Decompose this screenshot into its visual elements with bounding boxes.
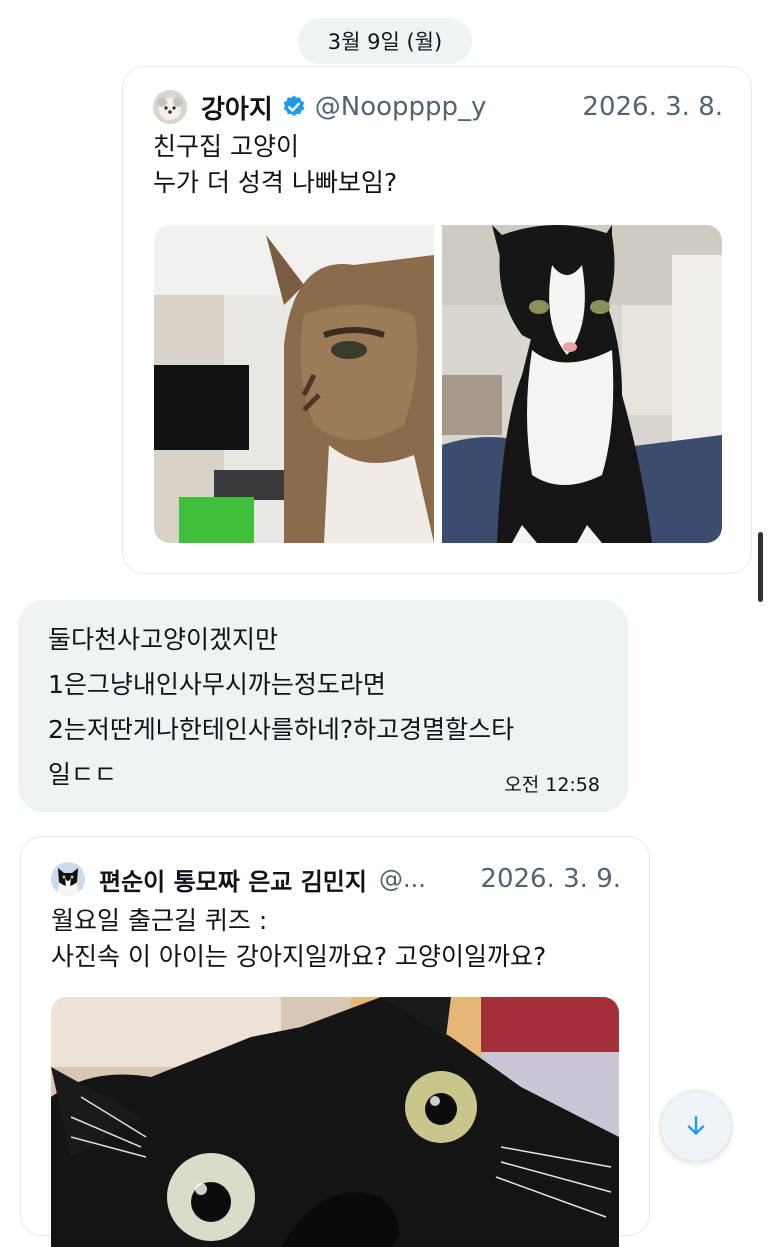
cat-photo-2[interactable] — [442, 225, 722, 543]
cat-closeup-photo[interactable] — [51, 997, 619, 1247]
cat-photo-1[interactable] — [154, 225, 434, 543]
quoted-post-card[interactable]: 편순이 통모짜 은교 김민지 @... 2026. 3. 9. 월요일 출근길 … — [20, 836, 650, 1247]
message-bubble[interactable]: 둘다천사고양이겠지만 1은그냥내인사무시까는정도라면 2는저딴게나한테인사를하네… — [18, 600, 628, 812]
quoted-post-card[interactable]: 강아지 @Noopppp_y 2026. 3. 8. 친구집 고양이 누가 더 … — [122, 66, 752, 574]
post-date: 2026. 3. 9. — [480, 864, 621, 894]
author-avatar[interactable] — [153, 90, 187, 124]
text-line: 친구집 고양이 — [153, 132, 299, 161]
message-line: 일ㄷㄷ — [48, 760, 118, 789]
author-handle: @... — [378, 865, 426, 893]
message-line: 둘다천사고양이겠지만 — [48, 625, 279, 654]
scroll-to-bottom-button[interactable] — [660, 1090, 732, 1162]
photo-grid — [154, 225, 722, 543]
post-date: 2026. 3. 8. — [582, 92, 723, 122]
verified-badge-icon — [283, 95, 305, 117]
quoted-post-text: 친구집 고양이 누가 더 성격 나빠보임? — [153, 129, 397, 201]
text-line: 월요일 출근길 퀴즈 : — [51, 906, 268, 935]
scrollbar-thumb[interactable] — [758, 532, 763, 602]
author-name: 편순이 통모짜 은교 김민지 — [99, 867, 367, 896]
message-time: 오전 12:58 — [504, 774, 600, 796]
author-name: 강아지 — [201, 94, 273, 125]
arrow-down-icon — [687, 1116, 705, 1135]
message-line: 2는저딴게나한테인사를하네?하고경멸할스타 — [48, 715, 515, 744]
quoted-post-text: 월요일 출근길 퀴즈 : 사진속 이 아이는 강아지일까요? 고양이일까요? — [51, 903, 546, 975]
message-line: 1은그냥내인사무시까는정도라면 — [48, 670, 386, 699]
date-separator: 3월 9일 (월) — [298, 18, 472, 64]
author-handle: @Noopppp_y — [314, 92, 487, 122]
author-avatar[interactable] — [51, 862, 85, 896]
text-line: 사진속 이 아이는 강아지일까요? 고양이일까요? — [51, 942, 547, 971]
quoted-post-header: 편순이 통모짜 은교 김민지 @... 2026. 3. 9. — [51, 859, 621, 899]
text-line: 누가 더 성격 나빠보임? — [153, 168, 398, 197]
quoted-post-header: 강아지 @Noopppp_y 2026. 3. 8. — [153, 87, 723, 127]
